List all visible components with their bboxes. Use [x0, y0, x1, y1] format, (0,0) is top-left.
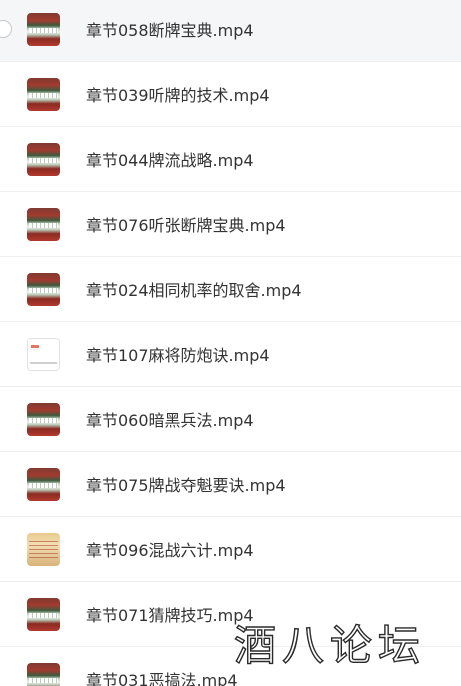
video-thumbnail-icon — [27, 598, 60, 631]
file-name: 章节058断牌宝典.mp4 — [86, 21, 254, 40]
file-name: 章节096混战六计.mp4 — [86, 541, 254, 560]
video-thumbnail-icon — [27, 208, 60, 241]
document-thumbnail-icon — [27, 338, 60, 371]
video-thumbnail-icon — [27, 273, 60, 306]
file-name: 章节076听张断牌宝典.mp4 — [86, 216, 286, 235]
video-thumbnail-icon — [27, 143, 60, 176]
file-row[interactable]: 章节107麻将防炮诀.mp4 — [0, 322, 461, 387]
file-row[interactable]: 章节039听牌的技术.mp4 — [0, 62, 461, 127]
video-thumbnail-icon — [27, 403, 60, 436]
file-name: 章节024相同机率的取舍.mp4 — [86, 281, 302, 300]
paper-thumbnail-icon — [27, 533, 60, 566]
file-name: 章节107麻将防炮诀.mp4 — [86, 346, 270, 365]
select-radio[interactable] — [0, 20, 12, 38]
file-name: 章节060暗黑兵法.mp4 — [86, 411, 254, 430]
file-name: 章节075牌战夺魁要诀.mp4 — [86, 476, 286, 495]
file-row[interactable]: 章节031恶搞法.mp4 — [0, 647, 461, 686]
file-list: 章节058断牌宝典.mp4 章节039听牌的技术.mp4 章节044牌流战略.m… — [0, 0, 461, 686]
file-row[interactable]: 章节044牌流战略.mp4 — [0, 127, 461, 192]
file-name: 章节039听牌的技术.mp4 — [86, 86, 270, 105]
video-thumbnail-icon — [27, 13, 60, 46]
file-name: 章节044牌流战略.mp4 — [86, 151, 254, 170]
file-row[interactable]: 章节076听张断牌宝典.mp4 — [0, 192, 461, 257]
file-row[interactable]: 章节071猜牌技巧.mp4 — [0, 582, 461, 647]
file-row[interactable]: 章节060暗黑兵法.mp4 — [0, 387, 461, 452]
video-thumbnail-icon — [27, 78, 60, 111]
file-name: 章节031恶搞法.mp4 — [86, 671, 238, 686]
video-thumbnail-icon — [27, 663, 60, 686]
file-row[interactable]: 章节058断牌宝典.mp4 — [0, 0, 461, 62]
file-row[interactable]: 章节075牌战夺魁要诀.mp4 — [0, 452, 461, 517]
video-thumbnail-icon — [27, 468, 60, 501]
file-row[interactable]: 章节024相同机率的取舍.mp4 — [0, 257, 461, 322]
file-row[interactable]: 章节096混战六计.mp4 — [0, 517, 461, 582]
file-name: 章节071猜牌技巧.mp4 — [86, 606, 254, 625]
